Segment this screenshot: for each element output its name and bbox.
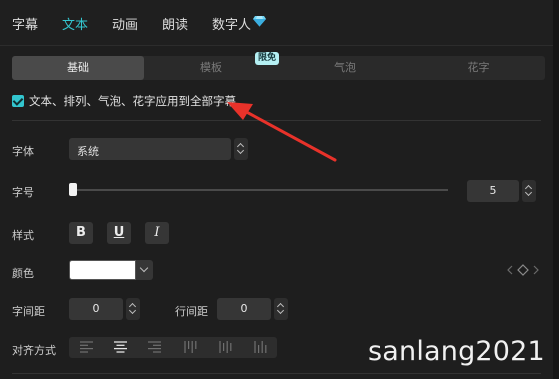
- size-label: 字号: [12, 186, 34, 199]
- letter-spacing-label: 字间距: [12, 305, 45, 318]
- vertical-center-button[interactable]: [208, 337, 242, 358]
- vertical-align-center-icon: [219, 341, 232, 353]
- align-center-button[interactable]: [103, 337, 137, 358]
- align-left-icon: [80, 341, 93, 353]
- chevron-down-icon: [524, 188, 533, 197]
- subtab-bubble[interactable]: 气泡: [278, 56, 412, 80]
- size-slider-thumb[interactable]: [69, 183, 77, 196]
- annotation-arrow-icon: [227, 102, 337, 162]
- line-spacing-label: 行间距: [175, 305, 208, 318]
- tab-subtitles[interactable]: 字幕: [12, 14, 38, 33]
- color-dropdown-button[interactable]: [136, 260, 153, 280]
- tab-text[interactable]: 文本: [62, 14, 88, 33]
- font-label: 字体: [12, 145, 34, 158]
- vertical-top-button[interactable]: [173, 337, 207, 358]
- vertical-align-top-icon: [184, 341, 197, 353]
- tab-read-aloud[interactable]: 朗读: [162, 14, 188, 33]
- free-badge: 限免: [255, 52, 279, 65]
- color-label: 颜色: [12, 267, 34, 280]
- align-right-icon: [148, 341, 161, 353]
- apply-all-row[interactable]: 文本、排列、气泡、花字应用到全部字幕: [12, 93, 236, 109]
- chevron-down-icon: [139, 263, 149, 273]
- letter-spacing-stepper[interactable]: [126, 298, 140, 320]
- divider: [12, 373, 541, 374]
- italic-button[interactable]: I: [145, 222, 169, 244]
- font-select[interactable]: 系统: [69, 138, 231, 160]
- chevron-down-icon: [128, 306, 137, 315]
- align-right-button[interactable]: [137, 337, 171, 358]
- bold-button[interactable]: B: [69, 222, 93, 244]
- color-swatch[interactable]: [69, 260, 136, 280]
- subtab-fancy-text[interactable]: 花字: [412, 56, 545, 80]
- watermark-text: sanlang2021: [368, 336, 545, 367]
- chevron-down-icon: [276, 306, 285, 315]
- apply-all-checkbox[interactable]: [12, 95, 24, 107]
- letter-spacing-input[interactable]: 0: [69, 298, 123, 320]
- diamond-icon: [253, 16, 266, 27]
- size-stepper[interactable]: [522, 180, 536, 202]
- underline-button[interactable]: U: [107, 222, 131, 244]
- size-slider-track[interactable]: [72, 189, 448, 191]
- tab-animation[interactable]: 动画: [112, 14, 138, 33]
- font-value: 系统: [77, 145, 99, 158]
- tab-digital-human[interactable]: 数字人: [212, 14, 251, 33]
- align-center-icon: [114, 341, 127, 353]
- style-label: 样式: [12, 229, 34, 242]
- apply-all-label: 文本、排列、气泡、花字应用到全部字幕: [29, 94, 236, 108]
- alignment-label: 对齐方式: [12, 344, 56, 357]
- vertical-bottom-button[interactable]: [243, 337, 277, 358]
- scrollbar[interactable]: [553, 0, 559, 379]
- line-spacing-input[interactable]: 0: [217, 298, 271, 320]
- size-input[interactable]: 5: [467, 180, 519, 202]
- align-left-button[interactable]: [69, 337, 103, 358]
- top-tab-bar: 字幕 文本 动画 朗读 数字人: [0, 0, 559, 46]
- vertical-align-bottom-icon: [254, 341, 267, 353]
- line-spacing-stepper[interactable]: [274, 298, 288, 320]
- keyframe-icon[interactable]: [507, 263, 539, 277]
- alignment-group: [69, 337, 277, 358]
- subtab-basic[interactable]: 基础: [12, 56, 144, 80]
